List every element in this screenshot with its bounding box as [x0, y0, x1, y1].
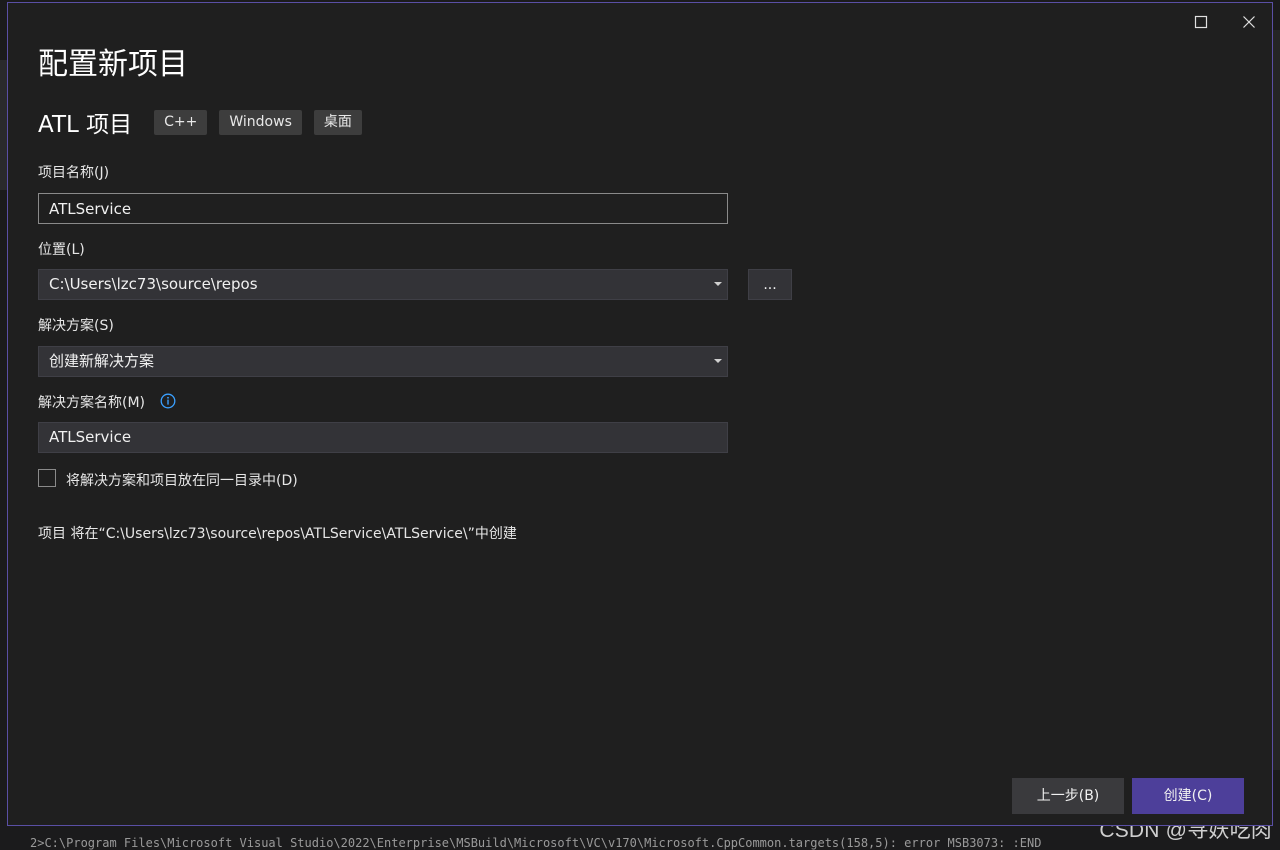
tag-platform: Windows: [219, 109, 302, 135]
create-button[interactable]: 创建(C): [1132, 778, 1244, 814]
chevron-down-icon: [714, 282, 722, 286]
info-icon[interactable]: [160, 393, 176, 409]
same-directory-label[interactable]: 将解决方案和项目放在同一目录中(D): [66, 470, 298, 490]
project-path-note: 项目 将在“C:\Users\lzc73\source\repos\ATLSer…: [38, 526, 517, 542]
solution-label: 解决方案(S): [38, 318, 114, 334]
solution-name-input[interactable]: ATLService: [38, 422, 728, 453]
template-name: ATL 项目: [38, 112, 133, 138]
configure-project-dialog: 配置新项目 ATL 项目 C++ Windows 桌面 项目名称(J) 位置(L…: [7, 2, 1273, 826]
maximize-icon: [1194, 15, 1208, 29]
location-combobox[interactable]: C:\Users\lzc73\source\repos: [38, 269, 728, 300]
solution-value: 创建新解决方案: [49, 352, 155, 370]
back-button[interactable]: 上一步(B): [1012, 778, 1124, 814]
same-directory-checkbox[interactable]: [38, 469, 56, 487]
location-value: C:\Users\lzc73\source\repos: [49, 275, 258, 293]
maximize-button[interactable]: [1184, 9, 1218, 35]
tag-project-type: 桌面: [313, 109, 362, 135]
solution-name-label: 解决方案名称(M): [38, 395, 146, 411]
chevron-down-icon: [714, 359, 722, 363]
project-name-input[interactable]: [38, 193, 728, 224]
dialog-title: 配置新项目: [38, 47, 188, 82]
browse-button[interactable]: ...: [748, 269, 792, 300]
ide-output-text: 2>C:\Program Files\Microsoft Visual Stud…: [30, 836, 1042, 850]
close-icon: [1243, 16, 1255, 28]
tag-language: C++: [154, 109, 208, 135]
close-button[interactable]: [1232, 9, 1266, 35]
project-name-label: 项目名称(J): [38, 165, 110, 181]
location-label: 位置(L): [38, 242, 85, 258]
solution-combobox[interactable]: 创建新解决方案: [38, 346, 728, 377]
template-header: ATL 项目 C++ Windows 桌面: [38, 106, 374, 138]
